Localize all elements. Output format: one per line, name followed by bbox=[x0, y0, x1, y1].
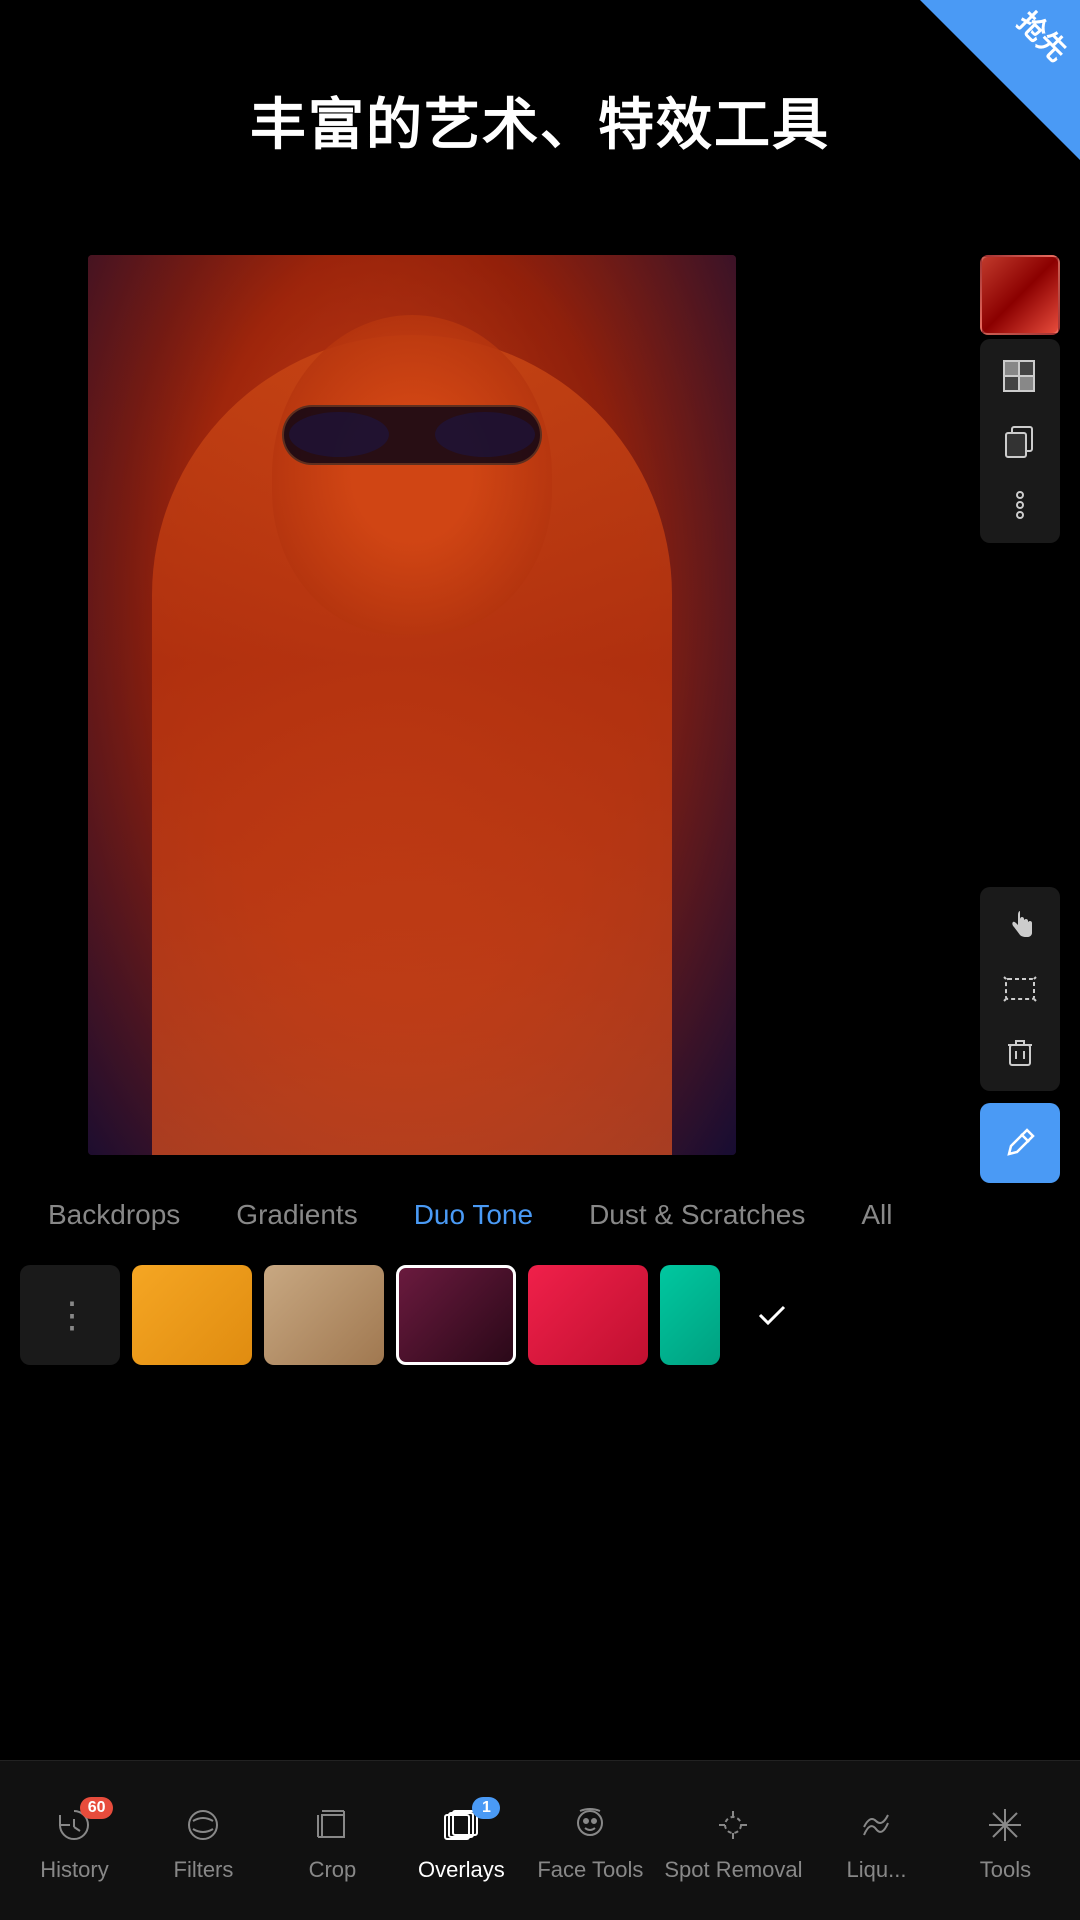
nav-item-history[interactable]: 60 History bbox=[19, 1799, 129, 1883]
toolbar-top-group bbox=[980, 339, 1060, 543]
more-dots: ⋮ bbox=[54, 1294, 86, 1336]
transform-icon[interactable] bbox=[984, 959, 1056, 1019]
overlays-label: Overlays bbox=[418, 1857, 505, 1883]
pan-hand-icon[interactable] bbox=[984, 895, 1056, 955]
spot-removal-label: Spot Removal bbox=[664, 1857, 802, 1883]
nav-item-face-tools[interactable]: Face Tools bbox=[535, 1799, 645, 1883]
nav-item-spot-removal[interactable]: Spot Removal bbox=[664, 1799, 802, 1883]
nav-item-filters[interactable]: Filters bbox=[148, 1799, 258, 1883]
swatch-more-button[interactable]: ⋮ bbox=[20, 1265, 120, 1365]
more-options-icon[interactable] bbox=[984, 475, 1056, 535]
nav-item-tools[interactable]: Tools bbox=[950, 1799, 1060, 1883]
nav-item-crop[interactable]: Crop bbox=[277, 1799, 387, 1883]
category-tabs: Backdrops Gradients Duo Tone Dust & Scra… bbox=[0, 1185, 1080, 1245]
eyedropper-button[interactable] bbox=[980, 1103, 1060, 1183]
tab-gradients[interactable]: Gradients bbox=[208, 1191, 385, 1239]
swatch-tan[interactable] bbox=[264, 1265, 384, 1365]
swatch-dark-red[interactable] bbox=[396, 1265, 516, 1365]
overlays-badge: 1 bbox=[472, 1797, 500, 1819]
swatch-hot-pink[interactable] bbox=[528, 1265, 648, 1365]
tab-all[interactable]: All bbox=[833, 1191, 920, 1239]
main-image-canvas[interactable] bbox=[88, 255, 736, 1155]
filters-label: Filters bbox=[174, 1857, 234, 1883]
color-swatch-button[interactable] bbox=[980, 255, 1060, 335]
tab-backdrops[interactable]: Backdrops bbox=[20, 1191, 208, 1239]
crop-label: Crop bbox=[309, 1857, 357, 1883]
swatches-row: ⋮ bbox=[0, 1255, 1080, 1375]
delete-icon[interactable] bbox=[984, 1023, 1056, 1083]
swatch-teal-partial[interactable] bbox=[660, 1265, 720, 1365]
history-label: History bbox=[40, 1857, 108, 1883]
swatch-orange[interactable] bbox=[132, 1265, 252, 1365]
liquify-icon bbox=[850, 1799, 902, 1851]
tools-icon bbox=[979, 1799, 1031, 1851]
nav-item-liquify[interactable]: Liqu... bbox=[821, 1799, 931, 1883]
liquify-label: Liqu... bbox=[847, 1857, 907, 1883]
spot-removal-icon bbox=[707, 1799, 759, 1851]
bottom-nav: 60 History Filters bbox=[0, 1760, 1080, 1920]
tab-duo-tone[interactable]: Duo Tone bbox=[386, 1191, 561, 1239]
tab-dust-scratches[interactable]: Dust & Scratches bbox=[561, 1191, 833, 1239]
page-title: 丰富的艺术、特效工具 bbox=[0, 80, 1080, 161]
face-tools-label: Face Tools bbox=[537, 1857, 643, 1883]
tools-label: Tools bbox=[980, 1857, 1031, 1883]
face-tools-icon bbox=[564, 1799, 616, 1851]
duplicate-icon[interactable] bbox=[984, 411, 1056, 471]
right-toolbar bbox=[980, 255, 1060, 1183]
history-badge: 60 bbox=[80, 1797, 114, 1819]
nav-item-overlays[interactable]: 1 Overlays bbox=[406, 1799, 516, 1883]
crop-icon bbox=[306, 1799, 358, 1851]
checkerboard-icon[interactable] bbox=[984, 347, 1056, 407]
toolbar-bottom-group bbox=[980, 887, 1060, 1091]
swatch-confirm-button[interactable] bbox=[732, 1265, 812, 1365]
filters-icon bbox=[177, 1799, 229, 1851]
